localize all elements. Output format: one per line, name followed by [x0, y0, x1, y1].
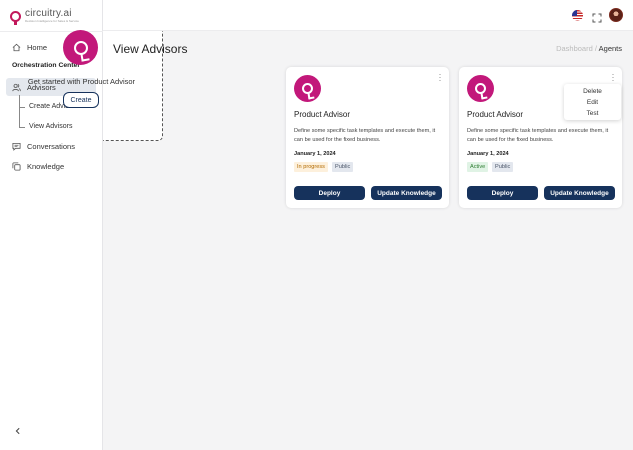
- fullscreen-icon[interactable]: [592, 10, 602, 23]
- agent-name: Product Advisor: [294, 110, 351, 119]
- agent-date: January 1, 2024: [467, 151, 509, 157]
- tree-branch: [19, 107, 25, 108]
- sidebar-item-knowledge[interactable]: Knowledge: [6, 157, 96, 175]
- context-menu: Delete Edit Test: [564, 84, 621, 120]
- menu-item-delete[interactable]: Delete: [564, 88, 621, 95]
- more-options-icon[interactable]: · · ·: [610, 70, 616, 85]
- sidebar: circuitry.ai Decision Intelligence for S…: [0, 0, 103, 450]
- agent-description: Define some specific task templates and …: [467, 128, 609, 143]
- breadcrumb-dashboard[interactable]: Dashboard: [556, 44, 593, 53]
- create-button[interactable]: Create: [63, 92, 99, 108]
- brand-name: circuitry.ai: [25, 8, 72, 19]
- advisor-logo-icon: [467, 75, 494, 102]
- breadcrumb-separator: /: [594, 44, 597, 53]
- agent-date: January 1, 2024: [294, 151, 336, 157]
- more-options-icon[interactable]: · · ·: [437, 70, 443, 85]
- page-title: View Advisors: [113, 42, 188, 56]
- deploy-button[interactable]: Deploy: [467, 186, 538, 200]
- section-title: Orchestration Center: [12, 62, 80, 69]
- deploy-button[interactable]: Deploy: [294, 186, 365, 200]
- agent-description: Define some specific task templates and …: [294, 128, 436, 143]
- chat-icon: [12, 142, 21, 151]
- visibility-badge: Public: [332, 162, 354, 172]
- copy-icon: [12, 161, 21, 171]
- tree-branch: [19, 127, 25, 128]
- sidebar-item-conversations[interactable]: Conversations: [6, 137, 96, 155]
- visibility-badge: Public: [492, 162, 514, 172]
- agent-name: Product Advisor: [467, 110, 524, 119]
- us-flag-icon[interactable]: [572, 10, 583, 21]
- menu-item-test[interactable]: Test: [564, 110, 621, 117]
- update-knowledge-button[interactable]: Update Knowledge: [544, 186, 615, 200]
- breadcrumb: Dashboard / Agents: [556, 44, 622, 53]
- menu-item-edit[interactable]: Edit: [564, 99, 621, 106]
- sidebar-item-view-advisors[interactable]: View Advisors: [29, 123, 72, 130]
- sidebar-item-label: Home: [27, 42, 48, 52]
- update-knowledge-button[interactable]: Update Knowledge: [371, 186, 442, 200]
- collapse-sidebar-button[interactable]: [12, 425, 24, 437]
- chevron-left-icon: [15, 427, 20, 435]
- top-bar: [103, 0, 633, 31]
- sidebar-item-label: Conversations: [27, 141, 75, 151]
- status-badge: Active: [467, 162, 489, 172]
- advisor-logo-icon: [294, 75, 321, 102]
- agent-card: · · · Product Advisor Define some specific…: [286, 67, 449, 208]
- create-caption: Get started with Product Advisor: [27, 77, 136, 86]
- sidebar-item-label: Knowledge: [27, 161, 65, 171]
- status-badge: In progress: [294, 162, 328, 172]
- logo-pin-icon: [10, 10, 21, 25]
- user-avatar[interactable]: [609, 8, 623, 22]
- breadcrumb-current: Agents: [598, 44, 622, 53]
- brand-tagline: Decision Intelligence for Sales & Servic…: [25, 19, 79, 23]
- home-icon: [12, 43, 21, 52]
- brand-logo[interactable]: circuitry.ai Decision Intelligence for S…: [10, 8, 79, 25]
- advisor-logo-icon: [63, 30, 98, 65]
- tree-line: [19, 95, 20, 127]
